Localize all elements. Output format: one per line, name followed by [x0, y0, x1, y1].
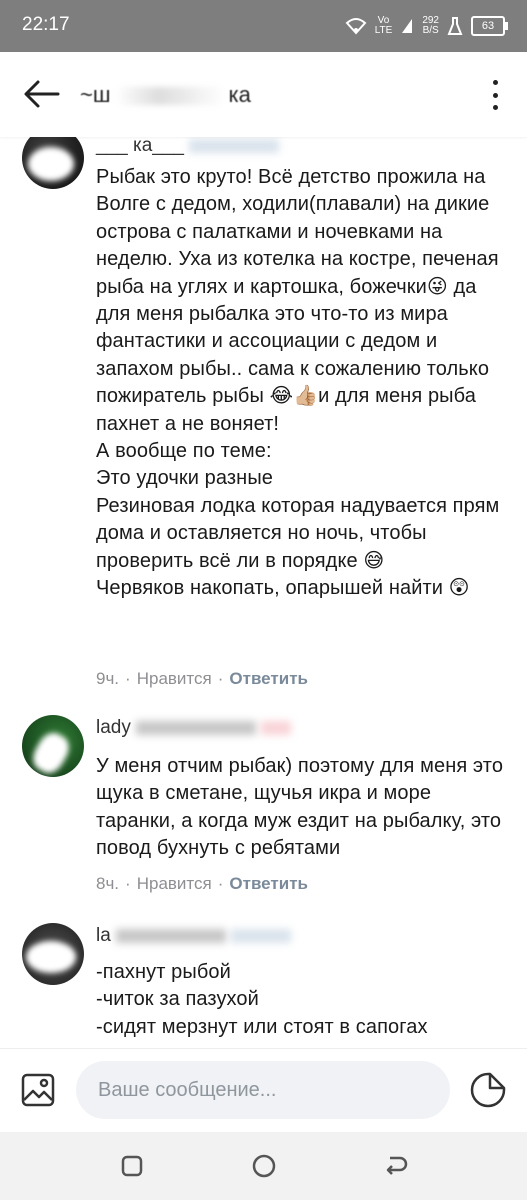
author-name: lady [96, 717, 131, 738]
status-bar: 22:17 Vo LTE 292 B/S 63 [0, 0, 527, 52]
reply-button[interactable]: Ответить [229, 874, 308, 893]
more-options-button[interactable] [487, 80, 503, 110]
back-arrow-icon[interactable] [22, 76, 62, 112]
blurred-region [114, 87, 225, 106]
dot [492, 80, 498, 85]
recent-apps-icon[interactable] [116, 1150, 148, 1182]
author-name: la [96, 925, 111, 946]
comment-time: 9ч. [96, 669, 120, 688]
dot [492, 105, 498, 110]
blurred-name [116, 928, 227, 943]
speed-unit: B/S [422, 25, 439, 36]
comments-list: ___ ка___ Рыбак это круто! Всё детство п… [0, 137, 527, 1048]
image-attach-icon[interactable] [20, 1072, 56, 1108]
blurred-badge [261, 720, 292, 735]
blurred-badge [231, 928, 292, 943]
comment-time: 8ч. [96, 874, 120, 893]
battery-indicator: 63 [471, 16, 508, 36]
avatar[interactable] [22, 923, 84, 985]
like-button[interactable]: Нравится [137, 669, 212, 688]
sticker-icon[interactable] [469, 1071, 507, 1109]
page-title: ~ш ка [80, 82, 251, 108]
avatar[interactable] [22, 715, 84, 777]
reply-button[interactable]: Ответить [229, 669, 308, 688]
like-button[interactable]: Нравится [137, 874, 212, 893]
app-header: ~ш ка [0, 52, 527, 137]
comment-text: -пахнут рыбой -читок за пазухой -сидят м… [96, 961, 428, 1038]
comment-text: У меня отчим рыбак) поэтому для меня это… [96, 755, 509, 860]
flask-icon [447, 17, 463, 35]
message-composer [0, 1048, 527, 1133]
back-icon[interactable] [380, 1150, 412, 1182]
comment-author[interactable]: ___ ка___ [96, 137, 280, 157]
network-speed: 292 B/S [422, 16, 439, 36]
comment-author[interactable]: lady [96, 717, 292, 739]
comment-meta: 8ч. · Нравится · Ответить [96, 874, 308, 893]
comment-meta: 9ч. · Нравится · Ответить [96, 669, 308, 688]
wifi-icon [345, 18, 367, 35]
author-name: ___ ка___ [96, 137, 184, 156]
home-icon[interactable] [248, 1150, 280, 1182]
status-icons: Vo LTE 292 B/S 63 [345, 12, 508, 40]
blurred-badge [189, 138, 280, 153]
dot [492, 92, 498, 98]
comment-text: Рыбак это круто! Всё детство прожила на … [96, 166, 500, 600]
avatar[interactable] [22, 137, 84, 189]
blurred-name [136, 720, 257, 735]
lte-indicator: Vo LTE [375, 16, 393, 36]
page-title-start: ~ш [80, 82, 111, 107]
comment-author[interactable]: la [96, 925, 292, 947]
system-nav-bar [0, 1132, 527, 1200]
status-time: 22:17 [22, 14, 70, 35]
message-input[interactable] [76, 1061, 450, 1119]
signal-icon [402, 19, 413, 33]
lte-bottom: LTE [374, 25, 393, 36]
page-title-end: ка [228, 82, 251, 107]
